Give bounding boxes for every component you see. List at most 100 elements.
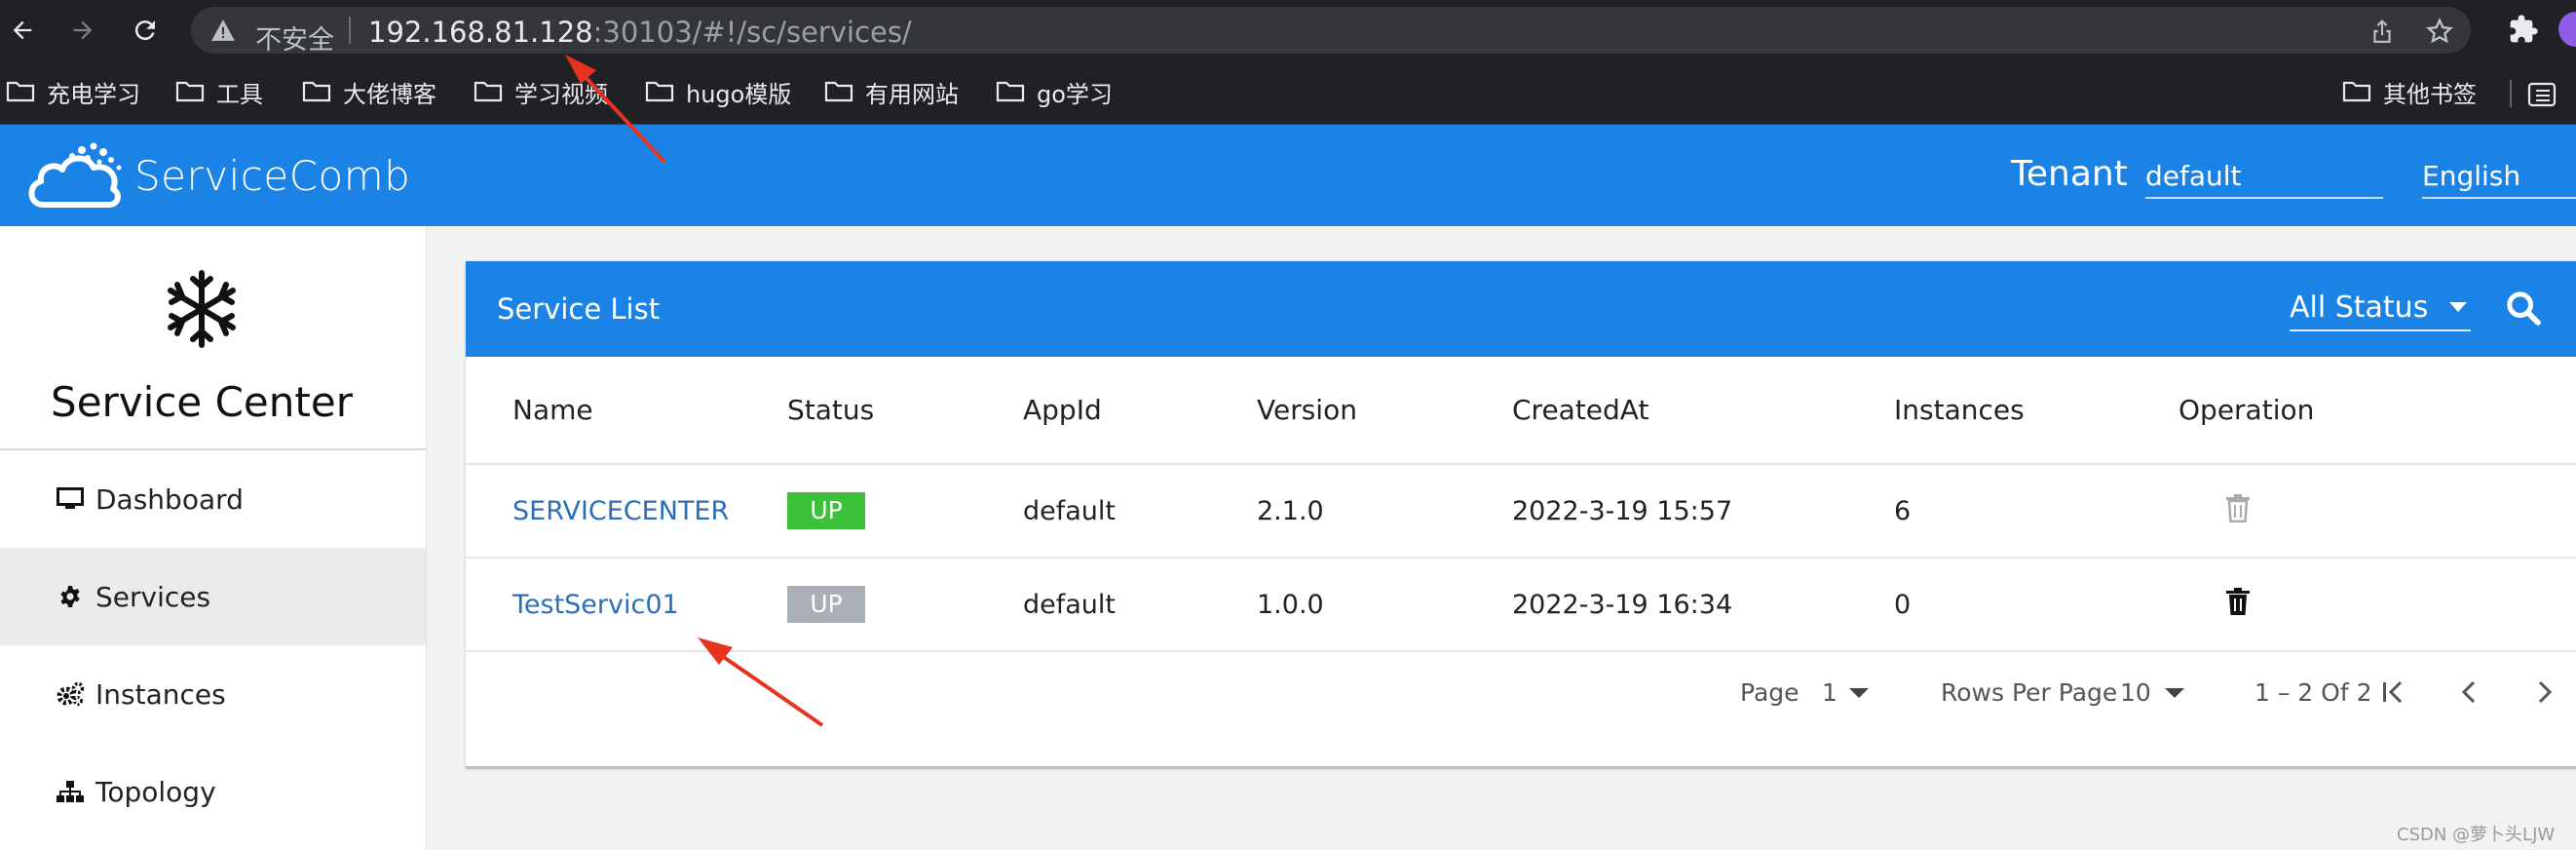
cell-operation <box>2178 463 2576 558</box>
cell-status: UP <box>787 557 1023 652</box>
bookmark-label: 大佬博客 <box>343 80 436 108</box>
sidebar-item-dashboard[interactable]: Dashboard <box>0 450 426 548</box>
page-caret-down-icon[interactable] <box>1849 688 1869 698</box>
column-header-status[interactable]: Status <box>787 357 1023 464</box>
reading-list-icon[interactable] <box>2527 82 2557 107</box>
star-icon[interactable] <box>2426 18 2453 45</box>
bookmark-label: 工具 <box>216 80 263 108</box>
cell-createdat: 2022-3-19 16:34 <box>1512 557 1894 652</box>
cell-version: 2.1.0 <box>1257 463 1512 558</box>
bookmark-label: 有用网站 <box>865 80 959 108</box>
logo-text: ServiceComb <box>134 151 411 200</box>
cell-name: SERVICECENTER <box>466 463 787 558</box>
caret-down-icon <box>2449 302 2467 312</box>
service-list-card: Service List All Status Name Status AppI… <box>466 261 2576 768</box>
app-header: ServiceComb Tenant English <box>0 125 2576 226</box>
tenant-input[interactable] <box>2145 154 2383 199</box>
rows-per-page-value[interactable]: 10 <box>2120 678 2151 707</box>
bookmarks-divider <box>2510 80 2512 107</box>
service-list-toolbar: Service List All Status <box>466 261 2576 357</box>
bookmark-folder[interactable]: 有用网站 <box>824 74 959 109</box>
sitemap-icon <box>55 780 86 803</box>
bookmark-label: 其他书签 <box>2383 80 2477 108</box>
folder-icon <box>175 81 205 102</box>
bookmark-label: 充电学习 <box>47 80 140 108</box>
url-text[interactable]: 192.168.81.128:30103/#!/sc/services/ <box>368 16 912 49</box>
bookmark-folder[interactable]: go学习 <box>996 74 1113 109</box>
language-value: English <box>2422 160 2521 192</box>
rows-caret-down-icon[interactable] <box>2165 688 2184 698</box>
status-badge: UP <box>787 586 865 623</box>
gears-icon <box>55 681 86 707</box>
language-select[interactable]: English <box>2422 154 2576 199</box>
reload-icon <box>134 20 155 41</box>
share-icon[interactable] <box>2369 18 2395 45</box>
range-text: 1 – 2 Of 2 <box>2254 678 2372 707</box>
snowflake-icon <box>168 270 236 348</box>
folder-icon <box>302 81 331 102</box>
sidebar-title: Service Center <box>51 378 353 426</box>
bookmark-folder[interactable]: 工具 <box>175 74 263 109</box>
bookmark-label: go学习 <box>1037 80 1113 108</box>
prev-page-icon[interactable] <box>2459 678 2479 706</box>
profile-avatar[interactable] <box>2558 12 2576 47</box>
search-icon[interactable] <box>2504 289 2543 328</box>
folder-icon <box>474 81 503 102</box>
sidebar-item-label: Instances <box>95 677 226 711</box>
cell-operation <box>2178 557 2576 652</box>
rows-per-page-label: Rows Per Page <box>1941 678 2118 707</box>
folder-icon <box>996 81 1025 102</box>
first-page-icon[interactable] <box>2381 678 2405 706</box>
folder-icon <box>645 81 674 102</box>
sidebar-item-label: Services <box>95 580 211 613</box>
page-select-value[interactable]: 1 <box>1822 678 1837 707</box>
extensions-icon[interactable] <box>2508 14 2539 45</box>
cell-version: 1.0.0 <box>1257 557 1512 652</box>
next-page-icon[interactable] <box>2535 678 2555 706</box>
services-table: Name Status AppId Version CreatedAt Inst… <box>466 357 2576 652</box>
status-badge: UP <box>787 492 865 529</box>
bookmark-folder[interactable]: 学习视频 <box>474 74 608 109</box>
trash-icon[interactable] <box>2225 587 2251 616</box>
address-bar[interactable]: 不安全 192.168.81.128:30103/#!/sc/services/ <box>191 7 2471 56</box>
column-header-version[interactable]: Version <box>1257 357 1512 464</box>
monitor-icon <box>55 487 86 511</box>
cell-createdat: 2022-3-19 15:57 <box>1512 463 1894 558</box>
bookmark-folder[interactable]: hugo模版 <box>645 74 791 109</box>
sidebar-item-services[interactable]: Services <box>0 548 426 645</box>
cell-instances: 6 <box>1894 463 2178 558</box>
cell-name: TestServic01 <box>466 557 787 652</box>
card-bottom-border <box>466 766 2576 769</box>
sidebar-item-label: Dashboard <box>95 483 244 516</box>
back-button[interactable] <box>4 12 41 49</box>
status-filter-value: All Status <box>2290 290 2429 325</box>
reload-button[interactable] <box>127 12 164 49</box>
forward-button[interactable] <box>64 12 101 49</box>
column-header-createdat[interactable]: CreatedAt <box>1512 357 1894 464</box>
trash-icon <box>2226 493 2250 522</box>
sidebar-header: Service Center <box>0 226 426 450</box>
folder-icon <box>2342 81 2371 102</box>
bookmark-folder-other[interactable]: 其他书签 <box>2342 74 2477 109</box>
service-link[interactable]: SERVICECENTER <box>512 496 729 526</box>
column-header-instances[interactable]: Instances <box>1894 357 2178 464</box>
sidebar-item-topology[interactable]: Topology <box>0 743 426 840</box>
service-link[interactable]: TestServic01 <box>512 590 679 620</box>
column-header-name[interactable]: Name <box>466 357 787 464</box>
bookmark-folder[interactable]: 充电学习 <box>6 74 140 109</box>
folder-icon <box>824 81 853 102</box>
url-host: 192.168.81.128 <box>368 16 593 49</box>
sidebar-item-instances[interactable]: Instances <box>0 645 426 743</box>
bookmark-folder[interactable]: 大佬博客 <box>302 74 436 109</box>
cloud-logo-icon <box>28 142 122 208</box>
status-filter-select[interactable]: All Status <box>2290 285 2471 331</box>
servicecomb-logo[interactable]: ServiceComb <box>25 136 410 214</box>
table-row: TestServic01 UP default 1.0.0 2022-3-19 … <box>466 557 2576 652</box>
table-header-row: Name Status AppId Version CreatedAt Inst… <box>466 357 2576 464</box>
column-header-appid[interactable]: AppId <box>1023 357 1257 464</box>
arrow-left-icon <box>13 20 32 40</box>
cell-appid: default <box>1023 463 1257 558</box>
page-label: Page <box>1740 678 1799 707</box>
gear-icon <box>55 585 86 608</box>
bookmark-label: hugo模版 <box>686 80 792 108</box>
